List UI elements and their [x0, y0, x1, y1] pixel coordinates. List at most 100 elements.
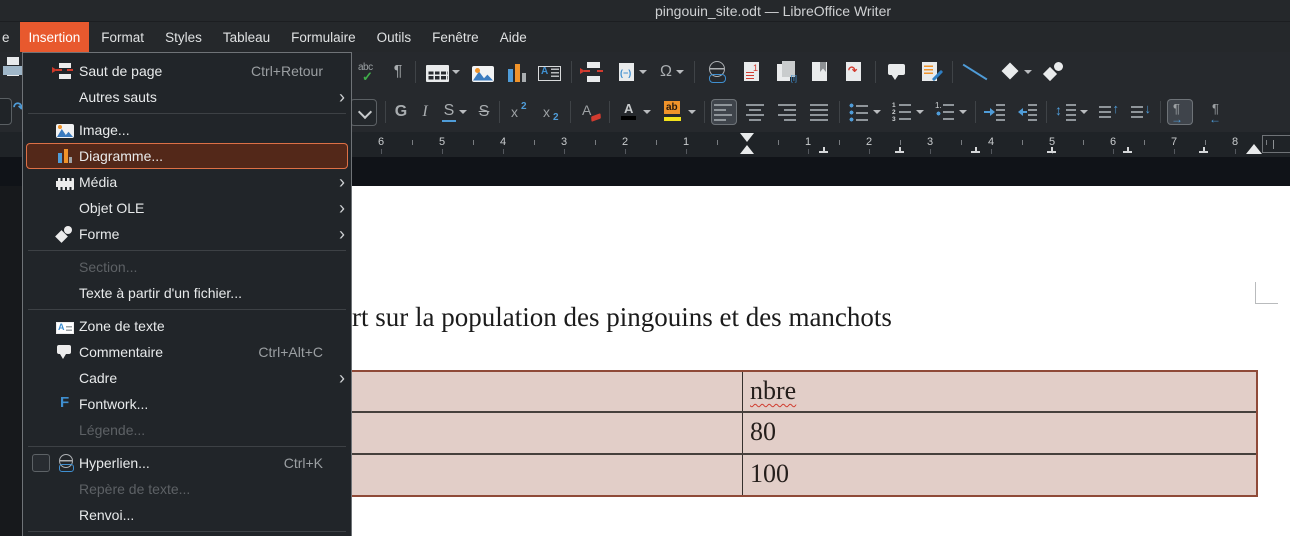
align-left-button[interactable]	[711, 99, 737, 125]
hyperlink-button[interactable]	[703, 59, 731, 85]
align-center-button[interactable]	[743, 99, 769, 125]
tab-stop-marker[interactable]	[895, 147, 904, 153]
menu-item-forme[interactable]: Forme ›	[23, 221, 351, 247]
menubar-item-tableau[interactable]: Tableau	[214, 22, 279, 52]
bookmark-button[interactable]	[807, 59, 833, 85]
tab-stop-marker[interactable]	[1047, 147, 1056, 153]
print-icon[interactable]	[2, 57, 24, 84]
menu-item-cadre[interactable]: Cadre ›	[23, 365, 351, 391]
tab-stop-marker[interactable]	[819, 147, 828, 153]
hyperlink-checkbox[interactable]	[32, 454, 50, 472]
menu-item-commentaire[interactable]: Commentaire Ctrl+Alt+C	[23, 339, 351, 365]
table-cell[interactable]	[302, 455, 743, 495]
menubar-item-styles[interactable]: Styles	[156, 22, 211, 52]
menu-item-renvoi[interactable]: Renvoi...	[23, 502, 351, 528]
font-color-dropdown-arrow[interactable]	[643, 110, 651, 114]
document-heading[interactable]: rt sur la population des pingouins et de…	[352, 302, 892, 333]
special-character-dropdown-arrow[interactable]	[676, 70, 684, 74]
font-size-dropdown-button[interactable]	[348, 97, 379, 128]
font-color-button[interactable]	[616, 99, 653, 125]
menu-item-diagramme[interactable]: Diagramme...	[26, 143, 348, 169]
right-indent-marker[interactable]	[1246, 144, 1262, 154]
page-break-button[interactable]	[580, 59, 606, 85]
menubar-item-insertion[interactable]: Insertion	[19, 22, 90, 52]
table-cell[interactable]: 80	[743, 413, 1256, 453]
menu-item-zone-de-texte[interactable]: Zone de texte	[23, 313, 351, 339]
space-below-button[interactable]	[1128, 99, 1154, 125]
index-entry-button[interactable]	[773, 59, 799, 85]
decrease-indent-button[interactable]	[1014, 99, 1040, 125]
highlight-color-button[interactable]	[659, 99, 698, 125]
superscript-button[interactable]	[506, 99, 532, 125]
basic-shapes-button[interactable]	[997, 59, 1034, 85]
subscript-button[interactable]	[538, 99, 564, 125]
document-table[interactable]: nbre 80 100	[300, 370, 1258, 497]
menu-item-hyperlien[interactable]: Hyperlien... Ctrl+K	[23, 450, 351, 476]
menubar-item-aide[interactable]: Aide	[491, 22, 536, 52]
table-cell[interactable]	[302, 413, 743, 453]
menu-item-fontwork[interactable]: Fontwork...	[23, 391, 351, 417]
strikethrough-button[interactable]: S	[475, 99, 493, 125]
outline-list-dropdown-arrow[interactable]	[959, 110, 967, 114]
menu-item-repere-de-texte[interactable]: Repère de texte...	[23, 476, 351, 502]
basic-shapes-dropdown-arrow[interactable]	[1024, 70, 1032, 74]
numbered-list-dropdown-arrow[interactable]	[916, 110, 924, 114]
cross-reference-button[interactable]	[841, 59, 867, 85]
menu-item-objet-ole[interactable]: Objet OLE ›	[23, 195, 351, 221]
more-shapes-button[interactable]	[1042, 59, 1068, 85]
italic-button[interactable]: I	[416, 99, 434, 125]
tab-stop-marker[interactable]	[1199, 147, 1208, 153]
right-to-left-button[interactable]	[1199, 99, 1225, 126]
tab-stop-marker[interactable]	[1123, 147, 1132, 153]
insert-chart-button[interactable]	[504, 61, 528, 84]
menu-item-saut-de-page[interactable]: Saut de page Ctrl+Retour	[23, 58, 351, 84]
comment-button[interactable]	[884, 59, 910, 85]
insert-textbox-button[interactable]	[536, 61, 563, 83]
menu-item-texte-a-partir-d-un-fichier[interactable]: Texte à partir d'un fichier...	[23, 280, 351, 306]
track-changes-button[interactable]	[918, 59, 944, 85]
document-page[interactable]: rt sur la population des pingouins et de…	[300, 186, 1290, 536]
menu-item-media[interactable]: Média ›	[23, 169, 351, 195]
insert-field-button[interactable]	[614, 59, 649, 85]
menu-item-autres-sauts[interactable]: Autres sauts ›	[23, 84, 351, 110]
table-cell[interactable]: 100	[743, 455, 1256, 495]
menu-item-legende[interactable]: Légende...	[23, 417, 351, 443]
clipped-combo-box[interactable]	[0, 98, 12, 125]
insert-table-button[interactable]	[424, 61, 462, 84]
insert-field-dropdown-arrow[interactable]	[639, 70, 647, 74]
table-header-cell[interactable]	[302, 372, 743, 411]
underline-dropdown-arrow[interactable]	[459, 110, 467, 114]
menubar-item-format[interactable]: Format	[92, 22, 153, 52]
numbered-list-button[interactable]	[889, 99, 926, 125]
menubar-item-formulaire[interactable]: Formulaire	[282, 22, 365, 52]
spellcheck-button[interactable]	[355, 59, 381, 85]
menubar-item-outils[interactable]: Outils	[368, 22, 421, 52]
line-spacing-button[interactable]	[1053, 99, 1090, 125]
align-right-button[interactable]	[775, 99, 801, 125]
footnote-button[interactable]	[739, 59, 765, 85]
justify-button[interactable]	[807, 99, 833, 125]
underline-button[interactable]: S	[440, 100, 469, 124]
bullet-list-dropdown-arrow[interactable]	[873, 110, 881, 114]
space-above-button[interactable]	[1096, 99, 1122, 125]
insert-image-button[interactable]	[470, 61, 496, 84]
tab-stop-marker[interactable]	[971, 147, 980, 153]
clear-formatting-button[interactable]	[577, 99, 603, 125]
table-header-cell[interactable]: nbre	[743, 372, 1256, 411]
increase-indent-button[interactable]	[982, 99, 1008, 125]
bold-button[interactable]: G	[392, 99, 410, 125]
menu-item-icon-slot	[56, 88, 74, 106]
special-character-button[interactable]: Ω	[657, 59, 686, 85]
menu-item-image[interactable]: Image...	[23, 117, 351, 143]
menu-item-section[interactable]: Section...	[23, 254, 351, 280]
line-spacing-dropdown-arrow[interactable]	[1080, 110, 1088, 114]
menubar-item-fenetre[interactable]: Fenêtre	[423, 22, 488, 52]
insert-table-dropdown-arrow[interactable]	[452, 70, 460, 74]
left-to-right-button[interactable]	[1167, 99, 1193, 126]
outline-list-button[interactable]	[932, 99, 969, 125]
insert-line-button[interactable]	[961, 59, 989, 85]
highlight-color-dropdown-arrow[interactable]	[688, 110, 696, 114]
bullet-list-button[interactable]	[846, 99, 883, 125]
menubar-item-clipped[interactable]: e	[2, 22, 14, 52]
formatting-marks-button[interactable]: ¶	[389, 59, 407, 85]
